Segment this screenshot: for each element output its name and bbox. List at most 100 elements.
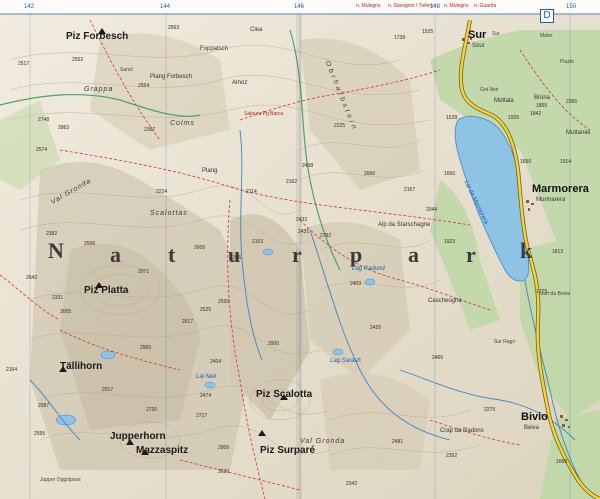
altitude: 1525 (422, 29, 434, 35)
altitude: 2431 (298, 229, 310, 235)
altitude: 2642 (26, 275, 38, 281)
place-fall-sur: Sur (492, 31, 500, 37)
altitude: 2748 (38, 117, 50, 123)
region-letter-n: N (48, 238, 66, 263)
edge-label-mulegns-2: n. Mulegns (444, 3, 469, 9)
altitude: 2806 (218, 445, 230, 451)
town-bivio-sub: Beiva (524, 425, 540, 431)
ridge-label-colms: Colms (170, 120, 195, 127)
town-marmorera[interactable]: Marmorera (532, 184, 589, 195)
place-foppatsch: Foppatsch (200, 46, 229, 52)
altitude: 2605 (194, 245, 206, 251)
altitude: 2506 (84, 241, 96, 247)
peak-tallhorn[interactable]: Tällihorn (60, 362, 102, 372)
altitude: 2382 (46, 231, 58, 237)
altitude: 2863 (58, 125, 70, 131)
topographic-map[interactable]: 142 144 146 148 150 D n. Mulegns n. Savo… (0, 0, 600, 499)
altitude: 3005 (60, 309, 72, 315)
altitude: 1775 (536, 289, 548, 295)
altitude: 1628 (446, 115, 458, 121)
altitude: 1923 (444, 239, 456, 245)
altitude: 2162 (286, 179, 298, 185)
altitude: 2157 (404, 187, 416, 193)
altitude: 2717 (196, 413, 208, 419)
place-jupper-oggst: Jupper Oggstpass (40, 477, 81, 483)
altitude: 2666 (364, 171, 376, 177)
place-mottala: Mottala (494, 98, 514, 104)
place-got-neir: Got Neir (480, 87, 499, 93)
altitude: 2474 (200, 393, 212, 399)
grid-label-146: 146 (294, 4, 305, 10)
peak-jupperhorn[interactable]: Jupperhorn (110, 432, 166, 442)
altitude: 2917 (102, 387, 114, 393)
altitude: 2331 (52, 295, 64, 301)
altitude: 2466 (432, 355, 444, 361)
place-salouru: Salouru Pg Barca (244, 111, 284, 117)
altitude: 2593 (218, 299, 230, 305)
altitude: 2552 (72, 57, 84, 63)
altitude: 1914 (560, 159, 572, 165)
lake-label-sarash: Lag Sarash (330, 358, 361, 364)
region-letter-r2: r (466, 242, 478, 267)
altitude: 2965 (140, 345, 152, 351)
altitude: 1738 (394, 35, 406, 41)
altitude: 1660 (444, 171, 456, 177)
altitude: 1813 (552, 249, 564, 255)
altitude: 2987 (38, 403, 50, 409)
place-plang-forbesch: Plang Forbesch (150, 74, 193, 80)
altitude: 2367 (144, 127, 156, 133)
altitude: 2574 (36, 147, 48, 153)
altitude: 3071 (138, 269, 150, 275)
region-letter-a: a (110, 242, 123, 267)
place-sanct: Sanct (120, 67, 133, 73)
altitude: 2224 (156, 189, 168, 195)
region-letter-r: r (292, 242, 304, 267)
peak-piz-platta[interactable]: Piz Platta (84, 286, 128, 296)
place-cascheogna: Cascheogna (428, 298, 462, 304)
valley-label-gronda-2: Val Gronda (300, 438, 346, 445)
peak-piz-forbesch[interactable]: Piz Forbesch (66, 32, 128, 42)
altitude: 2432 (296, 217, 308, 223)
town-bivio[interactable]: Bivio (521, 412, 548, 423)
grid-label-150: 150 (566, 4, 577, 10)
town-marmorera-sub: Murmarera (536, 197, 566, 203)
altitude: 2639 (218, 469, 230, 475)
altitude: 2404 (210, 359, 222, 365)
place-alp-starschagne: Alp da Starschagne (378, 222, 431, 228)
edge-label-mulegns: n. Mulegns (356, 3, 381, 9)
ridge-label-scalottas: Scalottas (150, 210, 188, 217)
ridge-label-grappa: Grappa (84, 86, 114, 93)
altitude: 2366 (566, 99, 578, 105)
altitude: 2481 (392, 439, 404, 445)
altitude: 2275 (484, 407, 496, 413)
altitude: 2617 (182, 319, 194, 325)
place-clea: Clea (250, 27, 263, 33)
peak-mazzaspitz[interactable]: Mazzaspitz (136, 446, 188, 456)
altitude: 2554 (138, 83, 150, 89)
altitude: 2517 (18, 61, 30, 67)
peak-piz-surpare[interactable]: Piz Surparé (260, 446, 315, 456)
altitude: 2403 (350, 281, 362, 287)
altitude: 2114 (246, 189, 257, 195)
peak-piz-scalotta[interactable]: Piz Scalotta (256, 390, 312, 400)
region-letter-p: p (350, 242, 365, 267)
grid-label-142: 142 (24, 4, 35, 10)
altitude: 1842 (530, 111, 542, 117)
altitude: 1855 (536, 103, 548, 109)
lake-label-radund: Lag Radund (352, 266, 385, 272)
place-bruna: Brüna (534, 95, 551, 101)
altitude: 2163 (252, 239, 264, 245)
altitude: 2595 (34, 431, 46, 437)
town-sur[interactable]: Sur (468, 30, 486, 41)
town-sur-sub: Sour (472, 43, 485, 49)
place-crap-radons: Crap da Radons (440, 428, 484, 434)
altitude: 2900 (268, 341, 280, 347)
altitude: 2225 (334, 123, 346, 129)
region-letter-k: k (520, 238, 535, 263)
altitude: 2356 (230, 255, 242, 261)
altitude: 1926 (508, 115, 520, 121)
altitude: 2720 (146, 407, 158, 413)
altitude: 2164 (6, 367, 18, 373)
edge-label-guarda: n. Guarda (474, 3, 497, 9)
place-muttaniel: Muttaniel (566, 130, 591, 136)
